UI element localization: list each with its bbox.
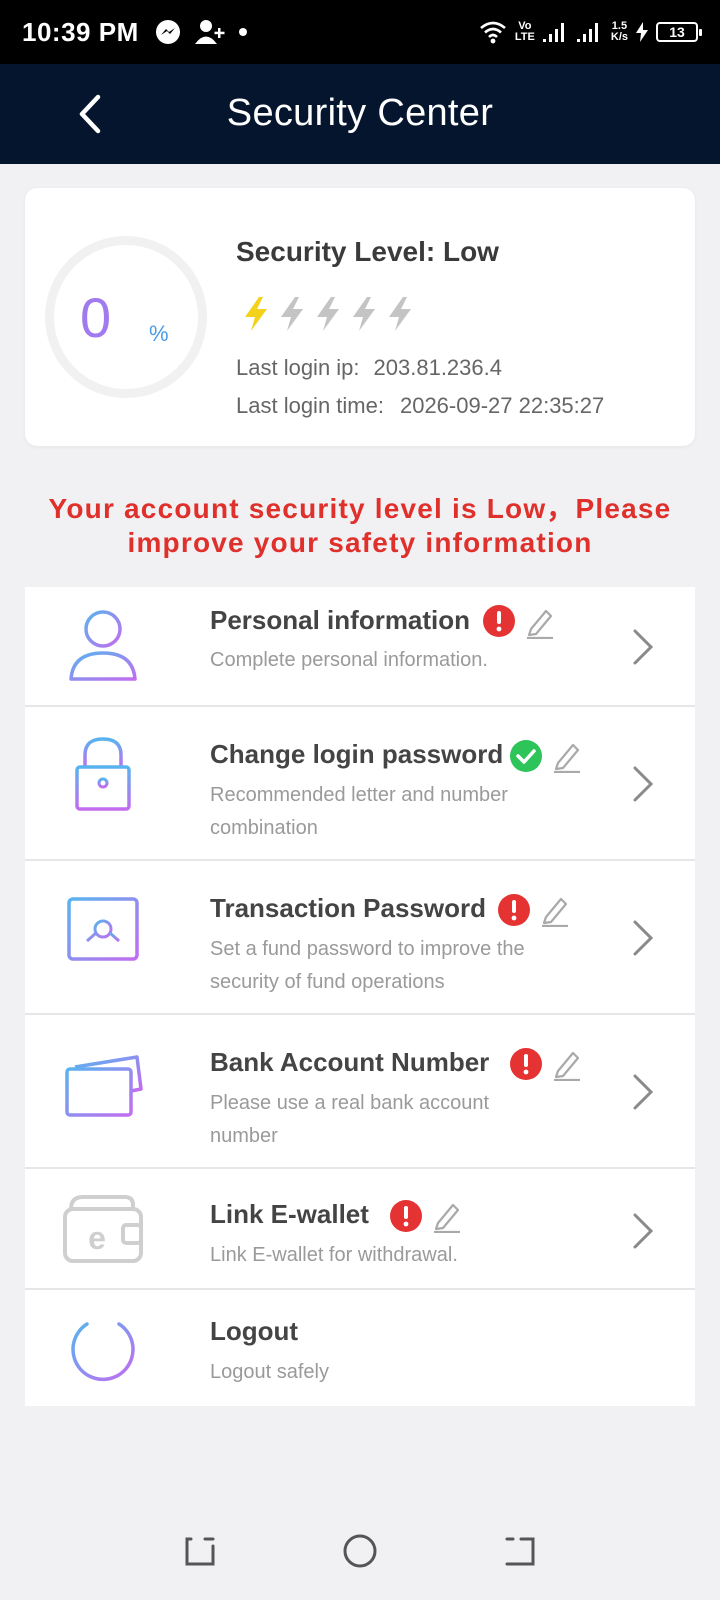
chevron-right-icon [633,766,654,802]
recent-apps-button[interactable] [180,1531,220,1571]
status-bar: 10:39 PM Vo LTE 1.5 K/s 13 [0,0,720,64]
edit-icon[interactable] [552,1047,582,1081]
last-login-time: Last login time: 2026-09-27 22:35:27 [236,393,604,419]
edit-icon[interactable] [432,1199,462,1233]
personal-information-item[interactable]: Personal information Complete personal i… [25,587,695,707]
signal-icon-2 [576,23,598,42]
safe-icon [67,897,139,965]
system-navigation-bar [0,1502,720,1600]
item-description: Set a fund password to improve the secur… [210,938,525,993]
add-contact-icon [194,20,225,44]
back-nav-button[interactable] [500,1531,540,1571]
item-title: Transaction Password [210,893,486,923]
page-title: Security Center [226,92,494,134]
volte-indicator: Vo LTE [515,21,535,43]
edit-icon[interactable] [552,739,582,773]
error-badge-icon [390,1200,422,1232]
item-title: Link E-wallet [210,1199,369,1229]
check-badge-icon [510,740,542,772]
security-warning: Your account security level is Low，Pleas… [20,492,700,560]
item-title: Bank Account Number [210,1047,490,1077]
bank-card-icon [65,1055,143,1117]
warning-line-1: Your account security level is Low，Pleas… [48,493,672,524]
bank-account-number-item[interactable]: Bank Account Number Please use a real ba… [25,1015,695,1169]
security-percent: 0 [80,286,112,349]
wallet-icon: e [63,1195,143,1263]
charging-icon [636,22,648,42]
last-login-ip-label: Last login ip: [236,355,360,380]
chevron-right-icon [633,629,654,665]
bolt-inactive-icon [353,297,375,331]
item-description: Logout safely [210,1361,329,1383]
item-description: Please use a real bank account number [210,1092,490,1147]
security-level-rating [241,296,417,332]
user-icon [69,610,137,681]
last-login-ip: Last login ip: 203.81.236.4 [236,355,502,381]
wifi-icon [480,21,506,44]
messenger-icon [155,20,180,44]
battery-icon: 13 [656,22,702,42]
logout-item[interactable]: Logout Logout safely [25,1290,695,1406]
security-items-list: Personal information Complete personal i… [25,587,695,1406]
item-title: Change login password [210,739,504,769]
item-title: Personal information [210,605,471,635]
item-description: Complete personal information. [210,649,488,671]
error-badge-icon [510,1048,542,1080]
last-login-ip-value: 203.81.236.4 [373,355,502,380]
transaction-password-item[interactable]: Transaction Password Set a fund password… [25,861,695,1015]
status-time: 10:39 PM [22,16,139,47]
link-e-wallet-item[interactable]: e Link E-wallet Link E-wallet for withdr… [25,1169,695,1290]
error-badge-icon [483,605,515,637]
security-percent-ring: 0 % [45,236,207,398]
network-speed: 1.5 K/s [611,21,628,43]
home-button[interactable] [340,1531,380,1571]
edit-icon[interactable] [525,605,555,639]
home-circle-icon [343,1534,377,1568]
bolt-inactive-icon [389,297,411,331]
item-description: Link E-wallet for withdrawal. [210,1244,458,1266]
svg-text:e: e [88,1220,106,1256]
recent-apps-icon [185,1537,215,1566]
security-level-title: Security Level: Low [236,236,499,267]
item-description: Recommended letter and number combinatio… [210,784,508,839]
back-nav-icon [505,1537,535,1566]
last-login-time-label: Last login time: [236,393,384,418]
chevron-right-icon [633,1074,654,1110]
app-header: Security Center [0,64,720,164]
last-login-time-value: 2026-09-27 22:35:27 [399,393,605,418]
bolt-active-icon [245,297,267,331]
security-level-card: 0 % Security Level: Low Last login ip: 20… [25,188,695,446]
change-login-password-item[interactable]: Change login password Recommended letter… [25,707,695,861]
notification-dot-icon [238,28,247,36]
error-badge-icon [498,894,530,926]
chevron-right-icon [633,920,654,956]
speed-unit: K/s [610,31,628,43]
power-icon [71,1314,135,1382]
chevron-right-icon [633,1213,654,1249]
lock-icon [75,737,131,811]
bolt-inactive-icon [281,297,303,331]
warning-line-2: improve your safety information [127,527,593,558]
percent-sign: % [149,321,169,346]
signal-icon-1 [542,23,564,42]
bolt-inactive-icon [317,297,339,331]
edit-icon[interactable] [540,893,570,927]
item-title: Logout [210,1316,299,1346]
volte-bottom: LTE [514,31,535,43]
